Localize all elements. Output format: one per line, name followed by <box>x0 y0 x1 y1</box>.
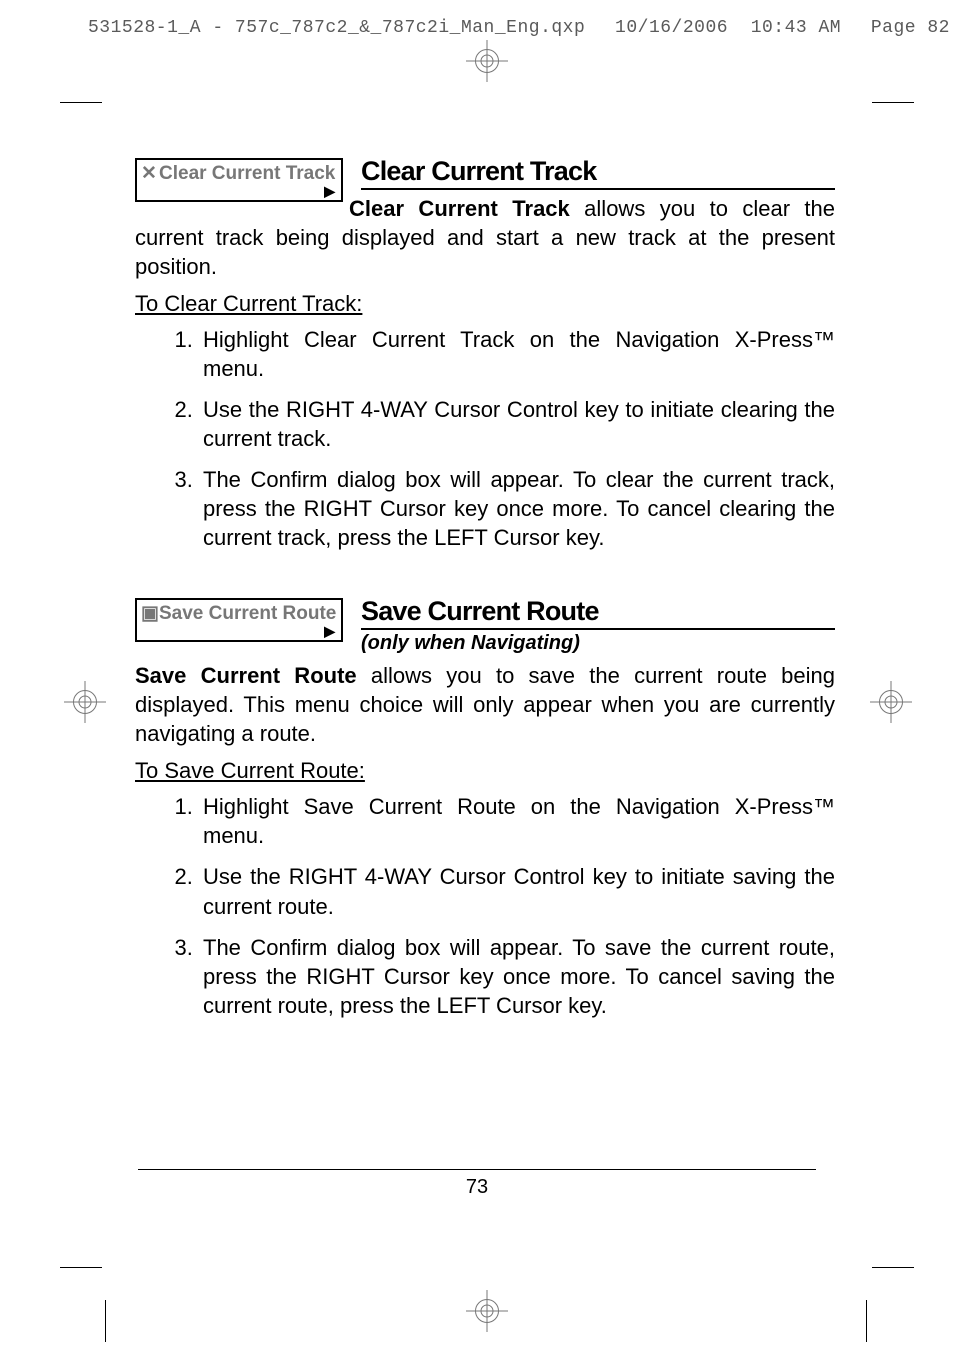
crop-mark <box>866 1300 867 1342</box>
menu-label: Save Current Route <box>159 603 336 624</box>
registration-mark-right <box>870 681 912 723</box>
procedure-steps: Highlight Clear Current Track on the Nav… <box>135 325 835 552</box>
list-item: The Confirm dialog box will appear. To s… <box>199 933 835 1020</box>
procedure-heading: To Clear Current Track: <box>135 291 835 317</box>
chevron-right-icon: ▶ <box>324 183 335 200</box>
menu-item-save-current-route: ▣Save Current Route ▶ <box>135 598 343 642</box>
footer-rule <box>138 1169 816 1170</box>
procedure-steps: Highlight Save Current Route on the Navi… <box>135 792 835 1019</box>
procedure-heading: To Save Current Route: <box>135 758 835 784</box>
crop-mark <box>60 102 102 103</box>
list-item: Use the RIGHT 4-WAY Cursor Control key t… <box>199 395 835 453</box>
crop-mark <box>872 1267 914 1268</box>
header-time: 10:43 AM <box>751 18 841 38</box>
page-content: ✕Clear Current Track ▶ Clear Current Tra… <box>135 150 835 1032</box>
menu-item-clear-current-track: ✕Clear Current Track ▶ <box>135 158 343 202</box>
crop-mark <box>105 1300 106 1342</box>
lead-strong: Save Current Route <box>135 663 357 688</box>
list-item: Use the RIGHT 4-WAY Cursor Control key t… <box>199 862 835 920</box>
lead-strong: Clear Current Track <box>349 196 570 221</box>
page-number: 73 <box>466 1176 488 1199</box>
x-icon: ✕ <box>141 162 157 185</box>
registration-mark-bottom <box>466 1290 508 1332</box>
menu-label: Clear Current Track <box>159 163 335 184</box>
print-header: 531528-1_A - 757c_787c2_&_787c2i_Man_Eng… <box>88 18 950 38</box>
registration-mark-left <box>64 681 106 723</box>
registration-mark-top <box>466 40 508 82</box>
crop-mark <box>60 1267 102 1268</box>
header-date: 10/16/2006 <box>615 18 728 38</box>
list-item: Highlight Save Current Route on the Navi… <box>199 792 835 850</box>
section-title: Save Current Route <box>361 596 835 630</box>
section-save-current-route: ▣Save Current Route ▶ Save Current Route… <box>135 596 835 655</box>
section-lead: Clear Current Track allows you to clear … <box>135 194 835 281</box>
section-title: Clear Current Track <box>361 156 835 190</box>
header-file: 531528-1_A - 757c_787c2_&_787c2i_Man_Eng… <box>88 18 585 38</box>
save-icon: ▣ <box>141 602 157 625</box>
crop-mark <box>872 102 914 103</box>
section-subtitle: (only when Navigating) <box>361 632 835 655</box>
chevron-right-icon: ▶ <box>324 623 335 640</box>
section-lead: Save Current Route allows you to save th… <box>135 661 835 748</box>
list-item: Highlight Clear Current Track on the Nav… <box>199 325 835 383</box>
header-page: Page 82 <box>871 18 950 38</box>
section-clear-current-track: ✕Clear Current Track ▶ Clear Current Tra… <box>135 156 835 281</box>
list-item: The Confirm dialog box will appear. To c… <box>199 465 835 552</box>
